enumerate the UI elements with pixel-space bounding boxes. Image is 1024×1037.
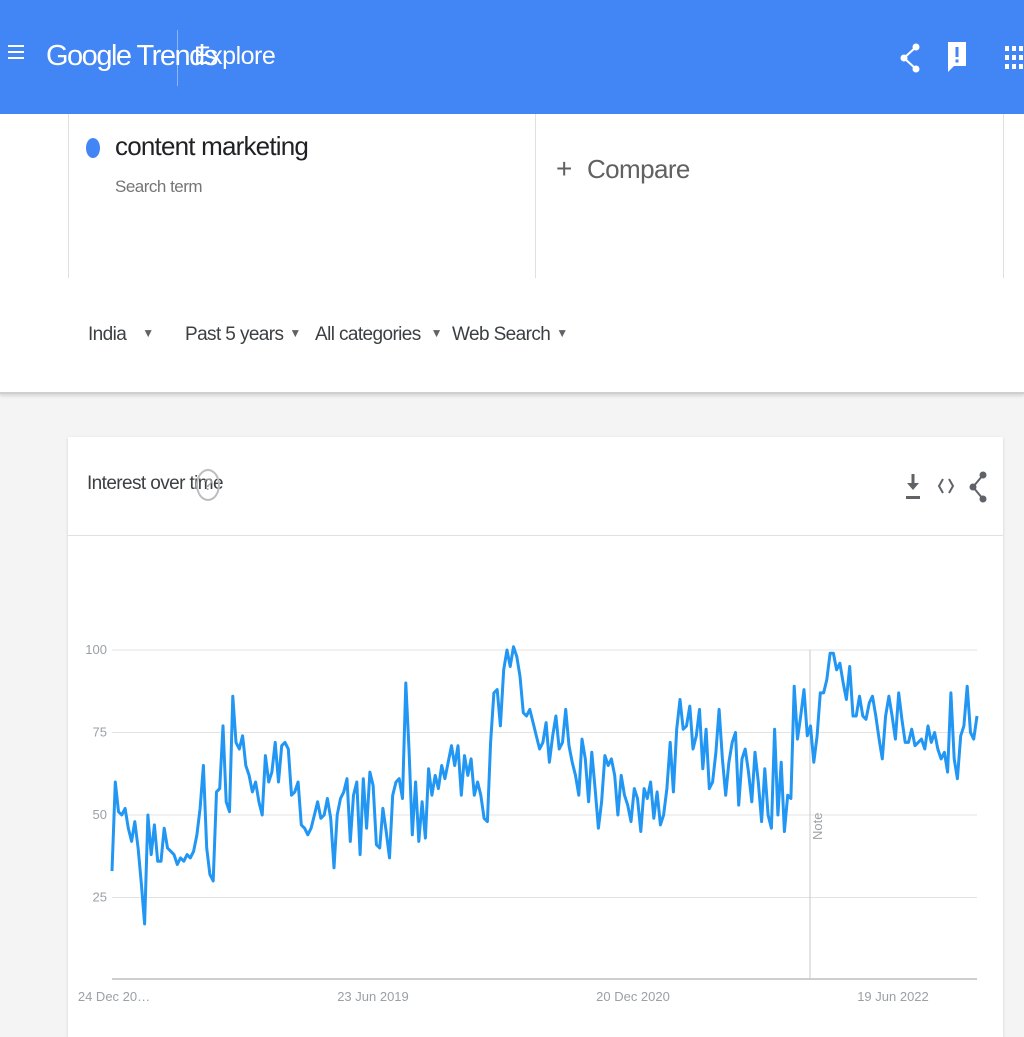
y-tick-label: 25: [93, 890, 107, 905]
y-tick-label: 100: [85, 642, 107, 657]
series-line: [110, 645, 979, 926]
y-tick-label: 75: [93, 725, 107, 740]
x-tick-label: 20 Dec 2020: [596, 989, 670, 1004]
note-label: Note: [810, 813, 825, 840]
y-tick-label: 50: [93, 807, 107, 822]
x-tick-label: 19 Jun 2022: [857, 989, 929, 1004]
interest-over-time-chart: 100 75 50 25 24 Dec 20… 23 Jun 2019 20 Dec 202…: [78, 642, 979, 1004]
x-tick-label: 24 Dec 20…: [78, 989, 150, 1004]
x-tick-label: 23 Jun 2019: [337, 989, 409, 1004]
